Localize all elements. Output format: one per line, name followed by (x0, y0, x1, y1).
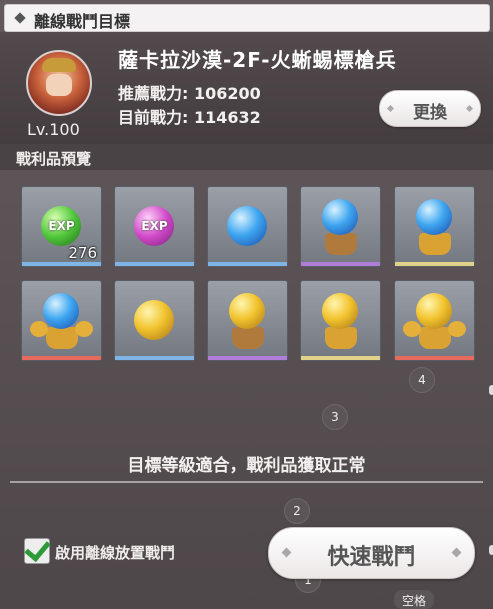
loot-item-slot[interactable] (394, 186, 475, 267)
monster-avatar (26, 50, 92, 116)
gold-orb-winged-stand-icon (395, 281, 474, 360)
stage-name: 薩卡拉沙漠-2F-火蜥蜴標槍兵 (118, 48, 397, 72)
change-target-label: 更換 (413, 103, 447, 123)
window-titlebar: 離線戰鬥目標 (4, 4, 490, 32)
fast-battle-button[interactable]: 快速戰鬥 (268, 527, 475, 579)
rarity-bar (208, 262, 287, 266)
rarity-bar (301, 262, 380, 266)
gold-orb-gold-stand-icon (301, 281, 380, 360)
blue-orb-stand-icon (301, 187, 380, 266)
auto-offline-label: 啟用離線放置戰鬥 (55, 544, 176, 562)
fast-battle-label: 快速戰鬥 (327, 545, 416, 570)
loot-item-slot[interactable] (300, 280, 381, 361)
current-power: 目前戰力: 114632 (118, 108, 261, 127)
gold-orb-icon (115, 281, 194, 360)
step-marker: 3 (322, 404, 348, 430)
loot-preview-title: 戰利品預覽 (16, 150, 92, 168)
blue-orb-icon (208, 187, 287, 266)
loot-item-slot[interactable] (21, 280, 102, 361)
loot-item-slot[interactable]: EXP (114, 186, 195, 267)
loot-item-slot[interactable] (300, 186, 381, 267)
rarity-bar (115, 262, 194, 266)
loot-item-slot[interactable] (207, 280, 288, 361)
space-key-label: 空格 (401, 594, 426, 608)
step-marker: 2 (284, 498, 310, 524)
diamond-icon (14, 12, 26, 24)
change-target-button[interactable]: 更換 (379, 90, 481, 127)
face-icon (46, 74, 72, 96)
helmet-icon (42, 58, 76, 72)
exp-purple-orb-icon: EXP (115, 187, 194, 266)
space-key-hint: 空格 (394, 590, 434, 609)
rarity-bar (301, 356, 380, 360)
step-marker: 4 (409, 367, 435, 393)
recommended-power: 推薦戰力: 106200 (118, 84, 261, 103)
window-title: 離線戰鬥目標 (34, 12, 131, 31)
divider (10, 481, 483, 483)
loot-item-slot[interactable] (114, 280, 195, 361)
loot-item-slot[interactable]: EXP 276 (21, 186, 102, 267)
loot-item-slot[interactable] (394, 280, 475, 361)
loot-preview-header: 戰利品預覽 (0, 144, 493, 170)
rarity-bar (395, 356, 474, 360)
auto-offline-checkbox[interactable] (24, 534, 51, 564)
loot-item-slot[interactable] (207, 186, 288, 267)
rarity-bar (395, 262, 474, 266)
item-quantity: 276 (68, 244, 97, 262)
monster-level: Lv.100 (27, 120, 80, 139)
blue-orb-gold-stand-icon (395, 187, 474, 266)
rarity-bar (115, 356, 194, 360)
scroll-indicator (489, 545, 493, 555)
rarity-bar (22, 356, 101, 360)
rarity-bar (22, 262, 101, 266)
scroll-indicator (489, 385, 493, 395)
rarity-bar (208, 356, 287, 360)
gold-orb-stand-icon (208, 281, 287, 360)
checkmark-icon (24, 534, 51, 563)
loot-status-text: 目標等級適合，戰利品獲取正常 (127, 456, 366, 476)
blue-orb-winged-stand-icon (22, 281, 101, 360)
